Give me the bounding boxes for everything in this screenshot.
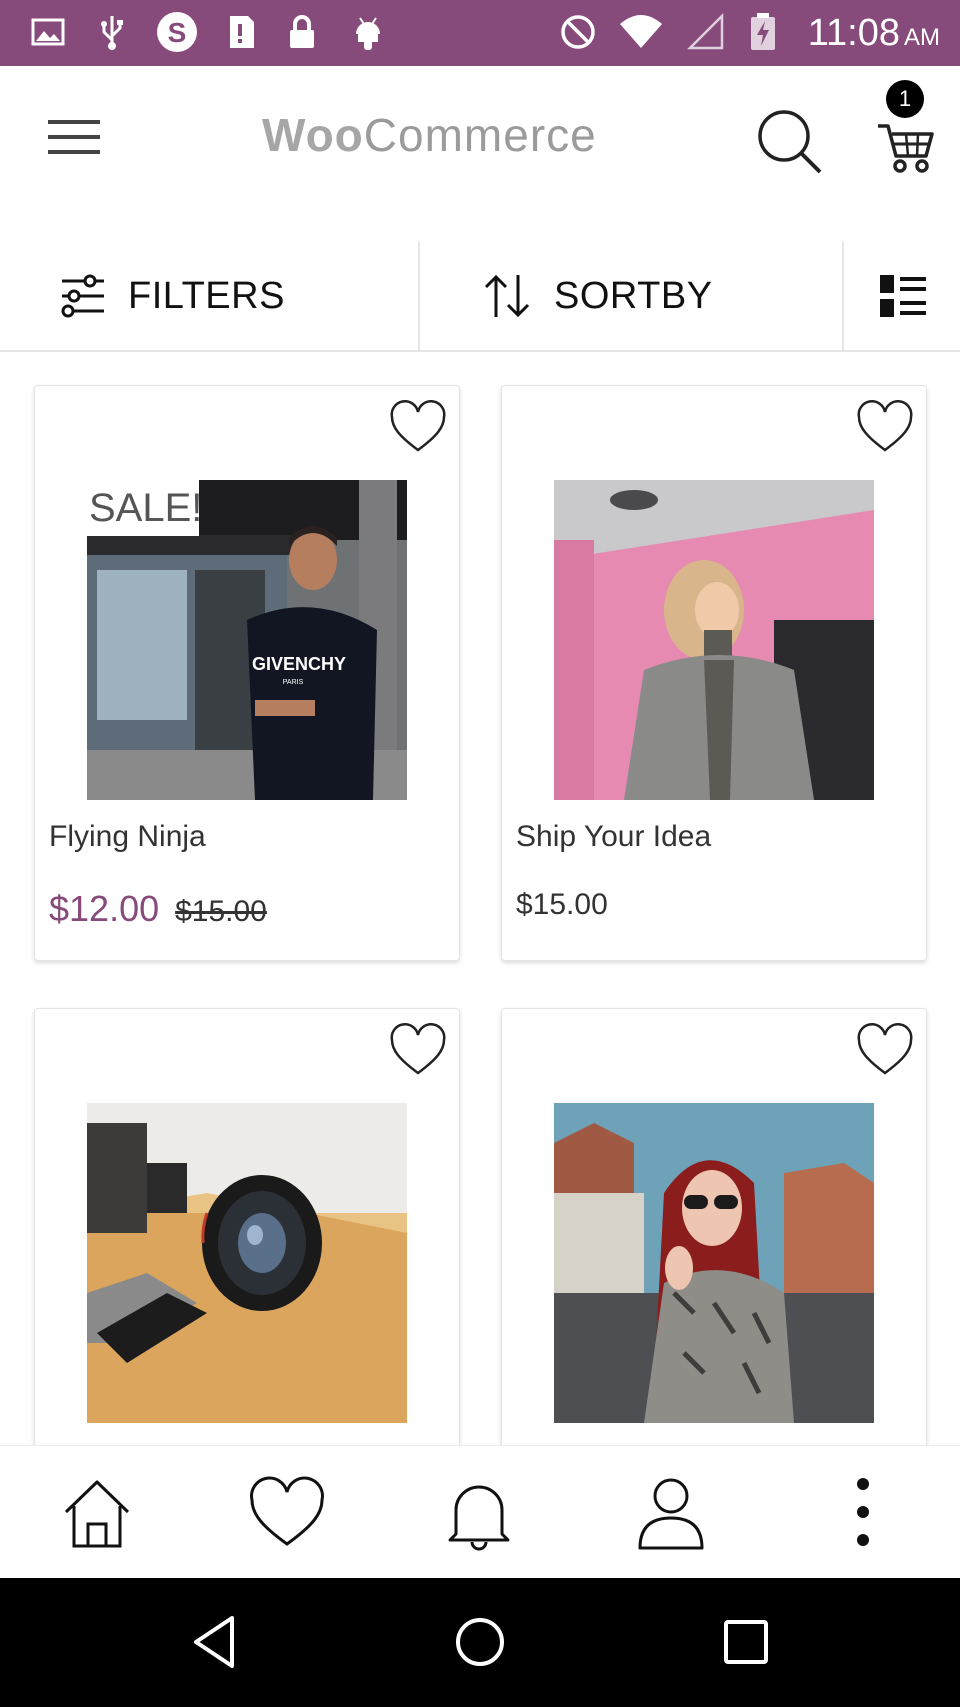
- view-toggle-button[interactable]: [846, 242, 960, 350]
- product-title[interactable]: Ship Your Idea: [516, 820, 711, 854]
- usb-icon: [101, 16, 123, 50]
- sale-badge: SALE!: [87, 480, 202, 536]
- status-bar: S 11:08 AM: [0, 0, 960, 66]
- lock-icon: [290, 15, 314, 48]
- product-card[interactable]: GIVENCHY PARIS SALE! Flying Ninja $12.00…: [34, 385, 460, 961]
- red-haired-woman-photo: [554, 1103, 874, 1423]
- sale-price: $12.00: [49, 888, 160, 929]
- product-grid: GIVENCHY PARIS SALE! Flying Ninja $12.00…: [0, 352, 960, 1445]
- bottom-navigation: [0, 1445, 960, 1578]
- status-time: 11:08 AM: [807, 12, 940, 54]
- product-card[interactable]: [501, 1008, 927, 1445]
- cart-icon[interactable]: [876, 116, 936, 176]
- product-title[interactable]: Flying Ninja: [49, 820, 206, 854]
- filters-button[interactable]: FILTERS: [0, 242, 420, 350]
- search-icon[interactable]: [754, 106, 824, 176]
- status-time-ampm: AM: [904, 24, 940, 51]
- system-navigation-bar: [0, 1578, 960, 1707]
- svg-text:S: S: [168, 17, 187, 48]
- woocommerce-logo: WooCommerce: [262, 108, 652, 168]
- product-image[interactable]: [87, 1103, 407, 1423]
- more-vertical-icon[interactable]: [824, 1474, 902, 1552]
- recents-icon[interactable]: [716, 1612, 776, 1672]
- do-not-disturb-icon: [561, 15, 595, 49]
- battery-charging-icon: [751, 13, 775, 50]
- filter-sort-toolbar: FILTERS SORTBY: [0, 242, 960, 352]
- back-icon[interactable]: [186, 1612, 246, 1672]
- wifi-icon: [620, 15, 662, 48]
- product-card[interactable]: [34, 1008, 460, 1445]
- skype-icon: S: [157, 12, 197, 52]
- image-icon: [31, 18, 65, 46]
- filters-sliders-icon: [61, 274, 104, 318]
- product-card[interactable]: Ship Your Idea $15.00: [501, 385, 927, 961]
- sortby-button[interactable]: SORTBY: [422, 242, 844, 350]
- price-row: $15.00: [516, 888, 608, 922]
- wishlist-heart-icon[interactable]: [856, 1023, 914, 1077]
- user-icon[interactable]: [632, 1474, 710, 1552]
- sortby-label: SORTBY: [554, 274, 713, 317]
- home-icon[interactable]: [58, 1474, 136, 1552]
- wishlist-heart-icon[interactable]: [389, 1023, 447, 1077]
- hamburger-menu-icon[interactable]: [44, 114, 104, 160]
- wishlist-heart-icon[interactable]: [389, 400, 447, 454]
- price-row: $12.00 $15.00: [49, 888, 267, 930]
- sweater-brand-text: GIVENCHY: [252, 654, 346, 674]
- heart-icon[interactable]: [248, 1474, 326, 1552]
- filters-label: FILTERS: [128, 274, 285, 317]
- app-bar: WooCommerce 1: [0, 66, 960, 242]
- logo-light: Commerce: [363, 109, 597, 161]
- signal-icon: [686, 12, 724, 50]
- logo-bold: Woo: [262, 109, 364, 161]
- sweater-sub-text: PARIS: [283, 679, 304, 686]
- regular-price: $15.00: [516, 888, 608, 921]
- sort-arrows-icon: [484, 274, 530, 318]
- original-price: $15.00: [175, 895, 267, 928]
- android-icon: [356, 17, 380, 50]
- camera-lens-photo: [87, 1103, 407, 1423]
- bell-icon[interactable]: [440, 1474, 518, 1552]
- cart-count-badge: 1: [886, 80, 924, 118]
- list-view-icon: [880, 275, 926, 317]
- sd-card-icon: [230, 16, 254, 48]
- product-image[interactable]: [554, 480, 874, 800]
- woman-in-grey-coat-photo: [554, 480, 874, 800]
- home-circle-icon[interactable]: [450, 1612, 510, 1672]
- wishlist-heart-icon[interactable]: [856, 400, 914, 454]
- product-image[interactable]: [554, 1103, 874, 1423]
